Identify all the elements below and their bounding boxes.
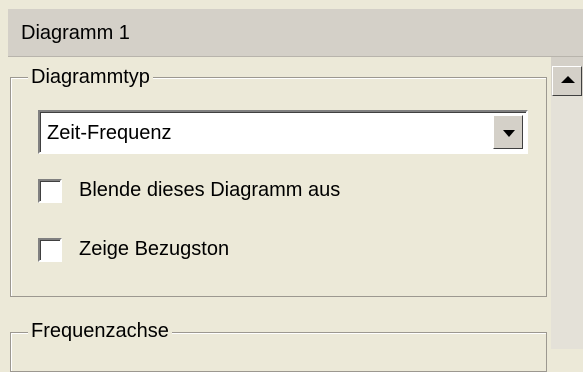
chevron-down-icon [503, 130, 515, 137]
hide-diagram-checkbox[interactable] [38, 179, 62, 203]
diagram-type-dropdown-button[interactable] [493, 115, 523, 149]
diagram-type-dropdown[interactable]: Zeit-Frequenz [38, 110, 528, 154]
diagram-type-group-label: Diagrammtyp [28, 65, 153, 89]
frequency-axis-group-label: Frequenzachse [28, 319, 172, 343]
scrollbar-track[interactable] [551, 96, 583, 349]
hide-diagram-label: Blende dieses Diagramm aus [79, 179, 341, 201]
chevron-up-icon [561, 76, 575, 83]
diagram-panel: Diagramm 1 Diagrammtyp Zeit-Frequenz Ble… [0, 0, 583, 372]
panel-header[interactable]: Diagramm 1 [8, 9, 583, 57]
diagram-type-selected-value: Zeit-Frequenz [47, 122, 172, 144]
vertical-scrollbar[interactable] [551, 57, 583, 349]
panel-title: Diagramm 1 [21, 22, 130, 44]
show-reference-tone-label: Zeige Bezugston [79, 238, 230, 260]
diagram-settings-content: Diagrammtyp Zeit-Frequenz Blende dieses … [8, 57, 551, 372]
show-reference-tone-checkbox[interactable] [38, 238, 62, 262]
scroll-up-button[interactable] [552, 66, 582, 96]
